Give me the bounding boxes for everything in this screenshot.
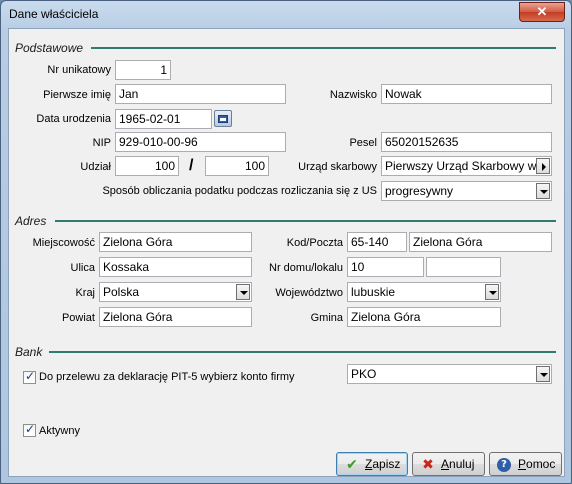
calendar-button[interactable] (214, 110, 232, 127)
help-button-label: Pomoc (518, 457, 556, 471)
active-checkbox[interactable] (23, 422, 36, 437)
commune-label: Gmina (310, 312, 343, 324)
taxoffice-label: Urząd skarbowy (298, 161, 377, 173)
city-field[interactable]: Zielona Góra (99, 232, 252, 252)
taxoffice-value: Pierwszy Urząd Skarbowy w (385, 159, 537, 173)
taxmethod-label: Sposób obliczania podatku podczas rozlic… (102, 185, 377, 197)
close-icon: ✕ (536, 4, 548, 19)
save-button-label: Zapisz (365, 457, 401, 471)
pesel-label: Pesel (349, 137, 377, 149)
voivodeship-value: lubuskie (351, 285, 396, 299)
section-title-basic: Podstawowe (15, 41, 84, 55)
postal-city-field[interactable]: Zielona Góra (409, 232, 552, 252)
cancel-button[interactable]: ✖ Anuluj (412, 452, 485, 476)
commune-field[interactable]: Zielona Góra (347, 307, 501, 327)
country-value: Polska (103, 285, 140, 299)
section-divider-address (55, 220, 556, 222)
share-numerator-field[interactable]: 100 (115, 156, 179, 176)
lastname-label: Nazwisko (329, 89, 377, 101)
taxmethod-select[interactable]: progresywny (381, 181, 552, 201)
dialog-window: Dane właściciela ✕ Podstawowe Nr unikato… (0, 0, 572, 484)
taxoffice-field[interactable]: Pierwszy Urząd Skarbowy w (381, 156, 552, 176)
section-title-bank: Bank (15, 345, 43, 359)
transfer-label: Do przelewu za deklarację PIT-5 wybierz … (39, 371, 295, 383)
voivodeship-label: Województwo (275, 287, 343, 299)
voivodeship-select[interactable]: lubuskie (347, 282, 501, 302)
close-button[interactable]: ✕ (519, 2, 565, 22)
birthdate-label: Data urodzenia (36, 113, 111, 125)
save-button[interactable]: ✔ Zapisz (336, 452, 408, 476)
firstname-label: Pierwsze imię (43, 89, 111, 101)
postal-label: Kod/Poczta (286, 237, 343, 249)
chevron-down-icon[interactable] (536, 366, 550, 382)
chevron-down-icon[interactable] (536, 183, 550, 199)
window-title: Dane właściciela (9, 7, 99, 21)
dialog-body: Podstawowe Nr unikatowy 1 Pierwsze imię … (8, 28, 565, 477)
active-label: Aktywny (39, 425, 80, 437)
city-label: Miejscowość (32, 237, 95, 249)
share-separator: / (189, 157, 194, 174)
calendar-icon (218, 115, 228, 123)
title-bar[interactable]: Dane właściciela ✕ (1, 1, 571, 27)
nip-label: NIP (92, 137, 111, 149)
lastname-field[interactable]: Nowak (381, 84, 552, 104)
share-label: Udział (80, 161, 111, 173)
street-field[interactable]: Kossaka (99, 257, 252, 277)
help-icon: ? (497, 458, 511, 472)
bank-account-select[interactable]: PKO (347, 364, 552, 384)
nip-field[interactable]: 929-010-00-96 (115, 132, 286, 152)
transfer-checkbox[interactable] (23, 369, 36, 384)
flat-number-field[interactable] (426, 257, 501, 277)
cancel-button-label: Anuluj (441, 457, 475, 471)
birthdate-field[interactable]: 1965-02-01 (115, 109, 212, 129)
country-select[interactable]: Polska (99, 282, 252, 302)
section-divider-basic (91, 47, 556, 49)
share-denominator-field[interactable]: 100 (205, 156, 269, 176)
id-label: Nr unikatowy (47, 64, 111, 76)
postal-code-field[interactable]: 65-140 (347, 232, 407, 252)
check-icon: ✔ (346, 457, 358, 473)
chevron-down-icon[interactable] (236, 284, 250, 300)
section-title-address: Adres (15, 214, 47, 228)
house-number-field[interactable]: 10 (347, 257, 424, 277)
id-field[interactable]: 1 (115, 60, 171, 80)
pesel-field[interactable]: 65020152635 (381, 132, 552, 152)
firstname-field[interactable]: Jan (115, 84, 286, 104)
help-button[interactable]: ? Pomoc (489, 452, 562, 476)
county-label: Powiat (61, 312, 95, 324)
x-icon: ✖ (422, 457, 434, 473)
chevron-down-icon[interactable] (485, 284, 499, 300)
street-label: Ulica (70, 262, 95, 274)
house-label: Nr domu/lokalu (269, 262, 343, 274)
taxmethod-value: progresywny (385, 184, 454, 198)
bank-account-value: PKO (351, 367, 377, 381)
country-label: Kraj (75, 287, 95, 299)
taxoffice-select-button[interactable] (536, 158, 550, 174)
section-divider-bank (49, 351, 556, 353)
county-field[interactable]: Zielona Góra (99, 307, 252, 327)
